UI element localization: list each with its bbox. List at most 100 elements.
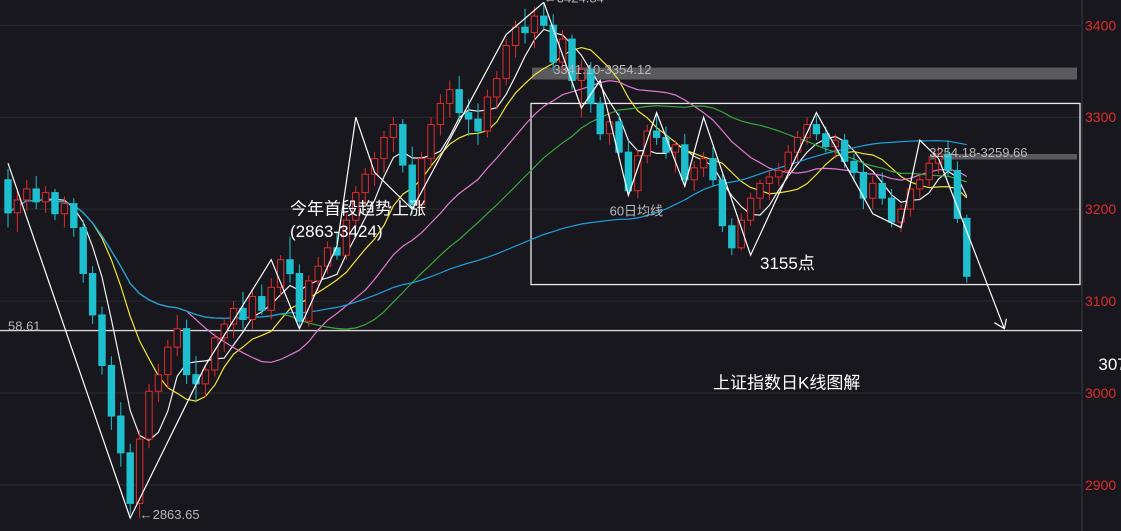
- annotation-label: 58.61: [8, 319, 41, 334]
- candle-body: [4, 179, 12, 214]
- candle-body: [427, 124, 435, 160]
- candle-body: [765, 176, 774, 184]
- annotation-label: 3254.18-3259.66: [929, 145, 1027, 160]
- candle-body: [41, 192, 50, 203]
- candle-body: [248, 296, 257, 321]
- candle-body: [690, 167, 698, 181]
- candle-body: [182, 328, 191, 376]
- candle-body: [60, 203, 69, 215]
- candle-body: [23, 188, 31, 201]
- annotation-label: 60日均线: [610, 204, 663, 219]
- candle-body: [746, 197, 755, 221]
- candle-body: [925, 162, 933, 181]
- candle: [399, 119, 407, 173]
- candle-body: [258, 296, 266, 311]
- annotation-label: (2863-3424): [290, 222, 383, 241]
- candle-body: [380, 136, 388, 160]
- candle-body: [869, 182, 877, 199]
- candle-body: [446, 89, 454, 104]
- candle-body: [154, 374, 163, 392]
- candle-body: [511, 26, 520, 47]
- candle-body: [483, 96, 492, 132]
- candle-body: [305, 280, 313, 322]
- candle-body: [728, 225, 736, 249]
- candle-body: [464, 112, 473, 120]
- candle: [305, 275, 313, 327]
- chart-title: 上证指数日K线图解: [713, 373, 860, 392]
- candle: [145, 383, 153, 449]
- candle-body: [286, 259, 294, 275]
- candle-body: [718, 179, 727, 227]
- chart-background: [0, 0, 1121, 531]
- candle-body: [549, 24, 557, 63]
- candle-body: [474, 118, 482, 132]
- candle-body: [887, 197, 896, 223]
- candle-body: [117, 415, 125, 454]
- candle-body: [540, 15, 548, 26]
- candle: [483, 89, 492, 138]
- candle-body: [859, 171, 868, 199]
- candle: [502, 39, 510, 86]
- candle-body: [850, 160, 858, 173]
- candle-body: [521, 26, 529, 34]
- candle-body: [361, 173, 369, 194]
- candle: [182, 319, 191, 384]
- candle: [718, 174, 727, 233]
- candle-body: [803, 124, 811, 138]
- y-tick-label: 3200: [1085, 201, 1116, 217]
- y-tick-label: 2900: [1085, 477, 1116, 493]
- candle: [126, 443, 134, 515]
- candle: [98, 306, 106, 375]
- candle-body: [323, 247, 332, 267]
- candle-body: [145, 390, 153, 440]
- candle-body: [662, 136, 670, 153]
- y-tick-label: 3400: [1085, 17, 1116, 33]
- candle: [79, 220, 87, 283]
- candle-body: [201, 369, 210, 385]
- candle-body: [436, 102, 445, 126]
- candle-body: [596, 102, 604, 135]
- annotation-label: ←2863.65: [140, 507, 200, 522]
- candle-body: [756, 182, 764, 199]
- candle-body: [916, 179, 924, 190]
- candle-body: [502, 45, 510, 80]
- candle-body: [793, 136, 802, 153]
- candle-body: [295, 273, 304, 322]
- candle-body: [399, 124, 407, 166]
- candle-body: [822, 133, 830, 148]
- candle-body: [314, 265, 322, 282]
- candle-body: [239, 307, 247, 321]
- candle-body: [812, 124, 821, 135]
- annotation-label: 3155点: [760, 254, 815, 273]
- candle-body: [408, 164, 416, 206]
- annotation-label: 今年首段趋势上涨: [290, 200, 426, 219]
- candle-body: [775, 170, 783, 178]
- candle-body: [79, 227, 87, 275]
- y-tick-label: 3300: [1085, 109, 1116, 125]
- candle: [596, 96, 604, 141]
- annotation-label: 3070点附近: [1098, 355, 1121, 374]
- candle-body: [652, 130, 661, 138]
- y-tick-label: 3000: [1085, 385, 1116, 401]
- candle-body: [70, 203, 78, 229]
- candle-body: [699, 158, 708, 169]
- candle-body: [953, 170, 962, 219]
- kline-chart: 2900 3000 3100 3200 3300 3400 ←3424.84 3341.10…: [0, 0, 1121, 531]
- candle-body: [709, 158, 717, 181]
- candle-body: [455, 89, 463, 114]
- candle-body: [51, 192, 59, 215]
- candle-body: [126, 452, 134, 504]
- candle-body: [681, 144, 689, 181]
- candle-body: [13, 199, 22, 214]
- y-tick-label: 3100: [1085, 293, 1116, 309]
- candle-body: [267, 286, 275, 311]
- annotation-label: ←3424.84: [544, 0, 604, 5]
- candle-body: [88, 273, 97, 316]
- candle-body: [107, 364, 116, 417]
- candle-body: [389, 124, 398, 138]
- candle: [295, 264, 304, 329]
- candle-body: [98, 314, 106, 366]
- candle-body: [493, 78, 501, 98]
- candle-body: [530, 15, 539, 34]
- candle-body: [164, 346, 172, 376]
